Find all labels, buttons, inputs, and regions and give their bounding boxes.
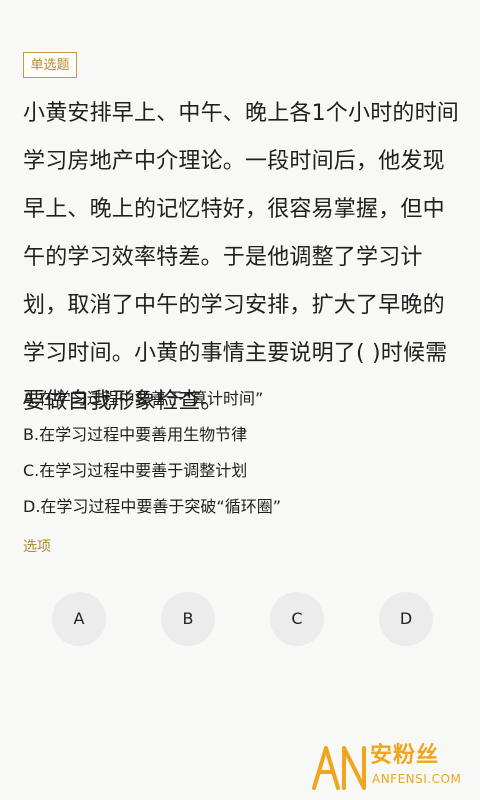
options-section-label: 选项 [23, 539, 51, 555]
answer-buttons: A B C D [52, 592, 434, 646]
answer-button-a[interactable]: A [52, 592, 106, 646]
question-text: 小黄安排早上、中午、晚上各1个小时的时间学习房地产中介理论。一段时间后，他发现早… [23, 101, 459, 414]
option-c[interactable]: C.在学习过程中要善于调整计划 [23, 453, 453, 489]
answer-button-b[interactable]: B [161, 592, 215, 646]
watermark: 安粉丝 ANFENSI.COM [310, 744, 466, 790]
answer-button-c[interactable]: C [270, 592, 324, 646]
option-a[interactable]: A.在学习过程中要善于“算计时间” [23, 381, 453, 417]
question-type-badge: 单选题 [23, 52, 77, 78]
answer-button-d[interactable]: D [379, 592, 433, 646]
watermark-logo-icon [312, 746, 366, 790]
watermark-subtitle: ANFENSI.COM [372, 772, 462, 786]
option-b[interactable]: B.在学习过程中要善用生物节律 [23, 417, 453, 453]
option-d[interactable]: D.在学习过程中要善于突破“循环圈” [23, 489, 453, 525]
options-list: A.在学习过程中要善于“算计时间” B.在学习过程中要善用生物节律 C.在学习过… [23, 381, 453, 525]
watermark-title: 安粉丝 [370, 743, 440, 768]
